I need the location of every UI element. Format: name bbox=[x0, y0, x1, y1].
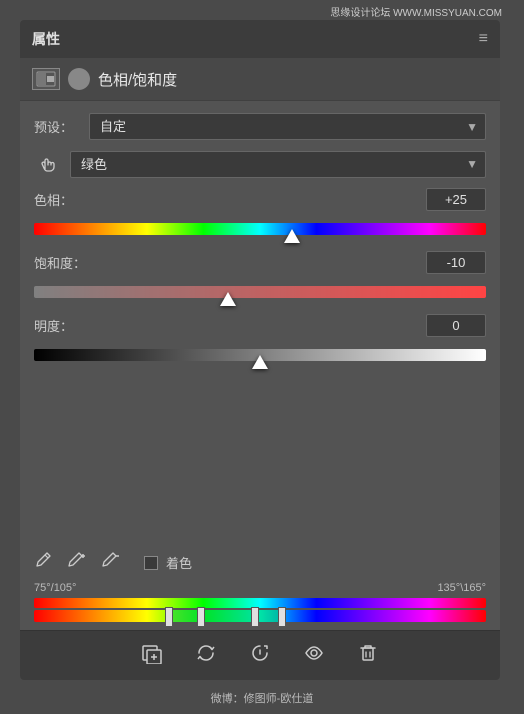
range-handle-3[interactable] bbox=[251, 607, 259, 627]
hue-value[interactable] bbox=[426, 188, 486, 211]
reset-icon[interactable] bbox=[249, 642, 271, 670]
range-bottom-bar bbox=[34, 610, 486, 622]
visibility-icon[interactable] bbox=[303, 642, 325, 670]
layer-icons-row: 色相/饱和度 bbox=[20, 58, 500, 101]
layer-icon-box[interactable] bbox=[32, 68, 60, 90]
hue-rainbow-track bbox=[34, 223, 486, 235]
add-to-canvas-icon[interactable] bbox=[141, 642, 163, 670]
hue-section: 色相： bbox=[34, 188, 486, 243]
panel-footer bbox=[20, 630, 500, 680]
panel-title: 属性 bbox=[32, 29, 60, 49]
panel-header: 属性 ≡ bbox=[20, 20, 500, 58]
saturation-track bbox=[34, 286, 486, 298]
channel-select-wrapper: 全图 红色 黄色 绿色 青色 蓝色 洋红 ▼ bbox=[70, 151, 486, 178]
layer-title: 色相/饱和度 bbox=[98, 69, 177, 90]
eyedropper-minus-icon[interactable] bbox=[102, 551, 120, 574]
cycle-icon[interactable] bbox=[195, 642, 217, 670]
range-handle-2[interactable] bbox=[197, 607, 205, 627]
range-highlight bbox=[170, 610, 283, 622]
hue-saturation-icon[interactable] bbox=[68, 68, 90, 90]
top-watermark: 思缘设计论坛 WWW.MISSYUAN.COM bbox=[330, 4, 502, 19]
range-handle-1[interactable] bbox=[165, 607, 173, 627]
panel-menu-icon[interactable]: ≡ bbox=[479, 30, 488, 48]
colorize-label: 着色 bbox=[166, 553, 192, 572]
preset-label: 预设： bbox=[34, 117, 89, 136]
target-hand-icon[interactable] bbox=[34, 150, 62, 178]
range-labels: 75°/105° 135°\165° bbox=[34, 582, 486, 594]
lightness-slider-track[interactable] bbox=[34, 341, 486, 369]
colorize-row: 着色 bbox=[144, 553, 192, 572]
hue-slider-track[interactable] bbox=[34, 215, 486, 243]
hue-label: 色相： bbox=[34, 190, 73, 209]
saturation-value[interactable] bbox=[426, 251, 486, 274]
main-content: 预设： 自定 默认值 ▼ 全图 红色 黄色 bbox=[20, 101, 500, 543]
bottom-tools: 着色 bbox=[20, 543, 500, 578]
preset-row: 预设： 自定 默认值 ▼ bbox=[34, 113, 486, 140]
eyedropper-plus-icon[interactable] bbox=[68, 551, 86, 574]
range-right-label: 135°\165° bbox=[437, 582, 486, 594]
range-track-container bbox=[34, 598, 486, 622]
preset-select-wrapper: 自定 默认值 ▼ bbox=[89, 113, 486, 140]
saturation-slider-thumb[interactable] bbox=[220, 292, 236, 306]
saturation-label: 饱和度： bbox=[34, 253, 86, 272]
channel-row: 全图 红色 黄色 绿色 青色 蓝色 洋红 ▼ bbox=[34, 150, 486, 178]
lightness-label: 明度： bbox=[34, 316, 73, 335]
delete-icon[interactable] bbox=[357, 642, 379, 670]
lightness-slider-thumb[interactable] bbox=[252, 355, 268, 369]
preset-select[interactable]: 自定 默认值 bbox=[89, 113, 486, 140]
hue-slider-thumb[interactable] bbox=[284, 229, 300, 243]
properties-panel: 属性 ≡ 色相/饱和度 预设： 自定 默认值 ▼ bbox=[20, 20, 500, 680]
lightness-value[interactable] bbox=[426, 314, 486, 337]
saturation-section: 饱和度： bbox=[34, 251, 486, 306]
lightness-section: 明度： bbox=[34, 314, 486, 369]
eyedropper-icon[interactable] bbox=[34, 551, 52, 574]
range-bar-section: 75°/105° 135°\165° bbox=[20, 578, 500, 630]
bottom-watermark: 微博：修图师-欧仕道 bbox=[211, 690, 314, 706]
colorize-checkbox[interactable] bbox=[144, 556, 158, 570]
range-top-bar bbox=[34, 598, 486, 608]
range-left-label: 75°/105° bbox=[34, 582, 76, 594]
channel-select[interactable]: 全图 红色 黄色 绿色 青色 蓝色 洋红 bbox=[70, 151, 486, 178]
range-handle-4[interactable] bbox=[278, 607, 286, 627]
adjustment-layer-icon bbox=[36, 71, 56, 87]
saturation-slider-track[interactable] bbox=[34, 278, 486, 306]
